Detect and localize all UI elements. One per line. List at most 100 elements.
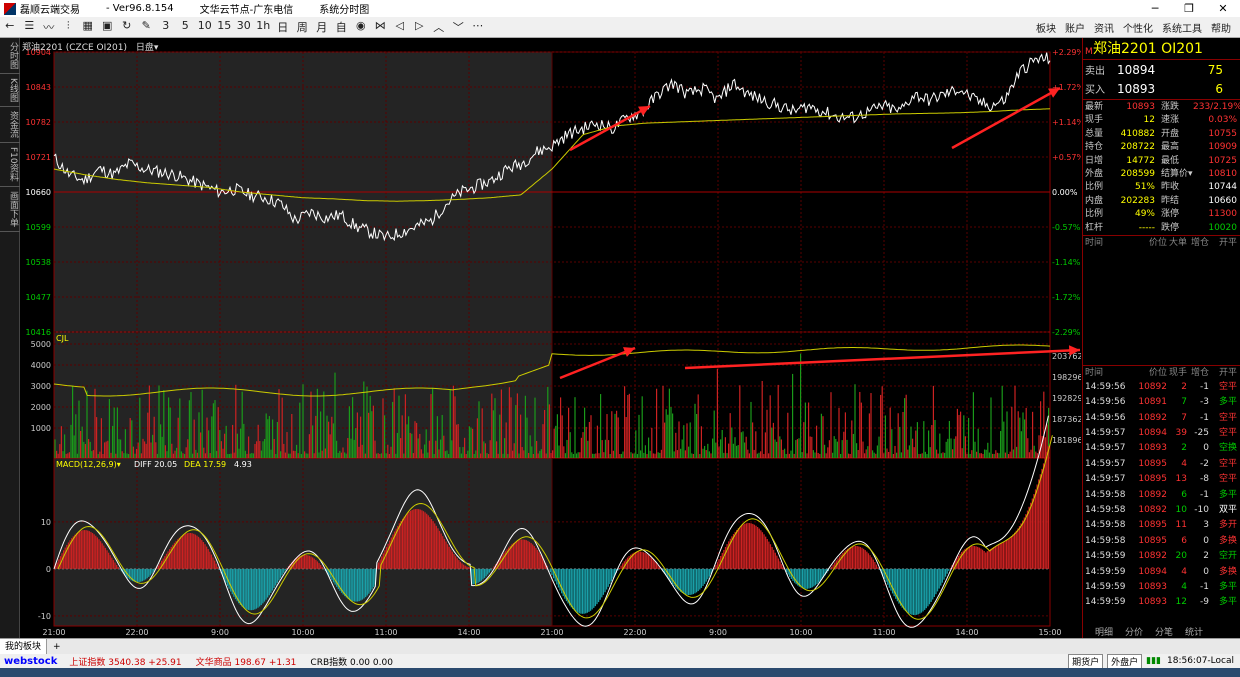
macd-value: 4.93 [234, 460, 252, 469]
col-header: 增仓 [1190, 367, 1209, 378]
tool-5-calendar-icon[interactable]: ▣ [98, 19, 118, 35]
quote-k: 外盘 [1085, 168, 1104, 179]
status-bar: webstock 上证指数 3540.38 +25.91 文华商品 198.67… [0, 653, 1240, 669]
index-shanghai[interactable]: 上证指数 3540.38 +25.91 [69, 655, 181, 668]
quote-k: 总量 [1085, 128, 1104, 139]
tool-0-back-arrow-icon[interactable]: ← [0, 19, 20, 35]
intraday-chart[interactable]: 10904 +2.29%10843 +1.72%10782 +1.14%10721 +0… [20, 38, 1081, 638]
quote-k2: 最低 [1161, 155, 1180, 166]
close-icon[interactable]: ✕ [1206, 2, 1240, 15]
tool-2-line-chart-icon[interactable]: 〰 [39, 19, 59, 35]
left-tab-4[interactable]: 画面下单 [0, 187, 20, 232]
tick-p: 10895 [1138, 535, 1167, 546]
tool-23-down-icon[interactable]: ﹀ [449, 19, 469, 35]
tool-24-more-icon[interactable]: ⋯ [468, 19, 488, 35]
tick-o: 空平 [1218, 412, 1237, 423]
tool-15[interactable]: 周 [293, 19, 313, 35]
panel-tab-0[interactable]: 明细 [1095, 625, 1113, 638]
tool-17[interactable]: 自 [332, 19, 352, 35]
quote-row: 现手 12 速涨 0.03% [1083, 114, 1240, 127]
foreign-account-button[interactable]: 外盘户 [1107, 653, 1143, 669]
menu-item-5[interactable]: 帮助 [1211, 20, 1231, 35]
menu-item-0[interactable]: 板块 [1036, 20, 1056, 35]
big-orders: 时间 价位 大单 增仓 开平 [1083, 236, 1240, 366]
tick-d: 2 [1203, 551, 1209, 562]
chart-area: 10904 +2.29% 10843 +1.72% 10782 +1.14% 10721 +0… [20, 38, 1081, 638]
col-header: 大单 [1168, 237, 1187, 248]
tool-20-left-icon[interactable]: ◁ [390, 19, 410, 35]
left-tab-1[interactable]: K线图 [0, 74, 20, 107]
index-wenhua[interactable]: 文华商品 198.67 +1.31 [196, 655, 297, 668]
tool-9-period[interactable]: 5 [176, 19, 196, 35]
quote-v2: 10755 [1208, 128, 1237, 139]
tick-n: 6 [1181, 489, 1187, 500]
tick-o: 多换 [1218, 566, 1237, 577]
futures-account-button[interactable]: 期货户 [1068, 653, 1104, 669]
menu-item-4[interactable]: 系统工具 [1162, 20, 1202, 35]
tool-11-period[interactable]: 15 [215, 19, 235, 35]
left-tab-3[interactable]: F10资料 [0, 143, 20, 187]
tick-o: 空平 [1218, 381, 1237, 392]
menu-item-2[interactable]: 资讯 [1094, 20, 1114, 35]
tick-p: 10894 [1138, 566, 1167, 577]
col-header: 时间 [1085, 237, 1104, 248]
panel-tab-1[interactable]: 分价 [1125, 625, 1143, 638]
tool-4-grid-icon[interactable]: ▦ [78, 19, 98, 35]
quote-v2: 0.03% [1208, 115, 1237, 126]
tick-n: 11 [1175, 520, 1187, 531]
left-tab-2[interactable]: 资金流 [0, 107, 20, 143]
tool-22-up-icon[interactable]: ︿ [429, 19, 449, 35]
index-crb[interactable]: CRB指数 0.00 0.00 [310, 655, 393, 668]
tick-t: 14:59:58 [1085, 489, 1126, 500]
quote-row: 持仓 208722 最高 10909 [1083, 141, 1240, 154]
tick-t: 14:59:59 [1085, 597, 1126, 608]
tick-row: 14:59:59 10892 20 2 空开 [1083, 549, 1240, 564]
tick-t: 14:59:58 [1085, 535, 1126, 546]
ask-row[interactable]: 卖出 10894 75 [1083, 60, 1240, 79]
tool-7-drawing-icon[interactable]: ✎ [137, 19, 157, 35]
tick-d: -3 [1200, 397, 1209, 408]
left-tabs: 分时图 K线图 资金流 F10资料 画面下单 [0, 38, 20, 638]
tick-o: 空平 [1218, 428, 1237, 439]
tool-14[interactable]: 日 [273, 19, 293, 35]
tab-my-sector[interactable]: 我的板块 [0, 638, 48, 655]
tool-21-right-icon[interactable]: ▷ [410, 19, 430, 35]
window-name: 系统分时图 [319, 5, 370, 16]
left-tab-0[interactable]: 分时图 [0, 38, 20, 74]
tick-o: 多换 [1218, 535, 1237, 546]
tick-n: 13 [1175, 474, 1187, 485]
quote-v2: 10810 [1208, 168, 1237, 179]
tick-o: 双平 [1218, 505, 1237, 516]
period-selector[interactable]: 日盘▾ [136, 43, 159, 53]
tool-10-period[interactable]: 10 [195, 19, 215, 35]
volume-label: CJL [56, 334, 69, 343]
tool-3-kline-icon[interactable]: ⫶ [59, 19, 79, 35]
panel-tab-3[interactable]: 统计 [1185, 625, 1203, 638]
menu-item-1[interactable]: 账户 [1065, 20, 1085, 35]
quote-v: 410882 [1120, 128, 1155, 139]
time-tick-label: 9:00 [211, 628, 229, 637]
tick-p: 10892 [1138, 505, 1167, 516]
bid-row[interactable]: 买入 10893 6 [1083, 79, 1240, 98]
menu-item-3[interactable]: 个性化 [1123, 20, 1153, 35]
tool-12-period[interactable]: 30 [234, 19, 254, 35]
tool-16[interactable]: 月 [312, 19, 332, 35]
minimize-icon[interactable]: ─ [1138, 2, 1172, 15]
quote-k: 持仓 [1085, 142, 1104, 153]
time-tick-label: 11:00 [872, 628, 895, 637]
restore-icon[interactable]: ❐ [1172, 2, 1206, 15]
tool-19-hourglass-icon[interactable]: ⋈ [371, 19, 391, 35]
pct-tick-label: +0.57% [1052, 153, 1081, 162]
time-tick-label: 10:00 [291, 628, 314, 637]
quote-panel: M 郑油2201 OI201 卖出 10894 75 买入 10893 6 最新… [1082, 38, 1240, 638]
price-tick-label: 10599 [26, 223, 51, 232]
price-tick-label: 10721 [26, 153, 51, 162]
tool-6-refresh-icon[interactable]: ↻ [117, 19, 137, 35]
tool-1-list-icon[interactable]: ☰ [20, 19, 40, 35]
tool-18-eye-icon[interactable]: ◉ [351, 19, 371, 35]
panel-tab-2[interactable]: 分笔 [1155, 625, 1173, 638]
macd-dea: DEA 17.59 [184, 460, 226, 469]
tool-13-period[interactable]: 1h [254, 19, 274, 35]
add-tab-button[interactable]: + [53, 642, 61, 652]
tool-8-period[interactable]: 3 [156, 19, 176, 35]
